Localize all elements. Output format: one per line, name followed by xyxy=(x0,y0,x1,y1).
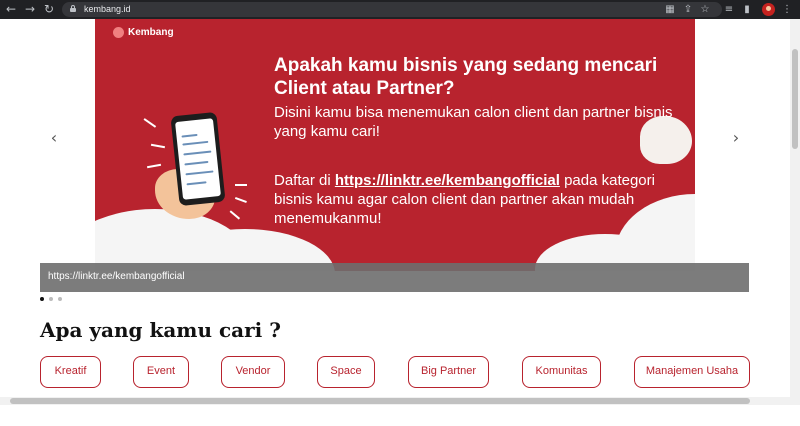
carousel-prev-button[interactable]: ‹ xyxy=(47,128,61,148)
category-button[interactable]: Komunitas xyxy=(522,356,601,388)
sidepanel-icon[interactable]: ▮ xyxy=(740,2,754,17)
decor-ray xyxy=(229,210,241,220)
decor-ray xyxy=(143,118,157,128)
linktree-link[interactable]: https://linktr.ee/kembangofficial xyxy=(335,172,560,189)
page-bottom xyxy=(0,405,800,426)
category-button[interactable]: Big Partner xyxy=(408,356,489,388)
url-text[interactable]: kembang.id xyxy=(84,3,131,16)
scrollbar-thumb[interactable] xyxy=(792,49,798,149)
decor-ray xyxy=(146,163,162,168)
back-icon[interactable]: ← xyxy=(4,1,18,17)
share-icon[interactable]: ⇪ xyxy=(681,2,695,17)
category-button[interactable]: Vendor xyxy=(221,356,285,388)
star-icon[interactable]: ☆ xyxy=(698,2,712,17)
browser-toolbar: ← → ↻ kembang.id ▦ ⇪ ☆ ≡ ▮ ⋮ xyxy=(0,0,800,19)
carousel-dot[interactable] xyxy=(49,297,53,301)
carousel-dots xyxy=(40,297,62,303)
logo-text: Kembang xyxy=(128,26,174,38)
media-icon[interactable]: ≡ xyxy=(722,2,736,17)
slide-caption-text: https://linktr.ee/kembangofficial xyxy=(48,271,185,282)
carousel-next-button[interactable]: › xyxy=(729,128,743,148)
translate-icon[interactable]: ▦ xyxy=(663,2,677,17)
carousel-dot[interactable] xyxy=(40,297,44,301)
menu-icon[interactable]: ⋮ xyxy=(780,2,794,17)
scrollbar-thumb[interactable] xyxy=(10,398,750,404)
cta-prefix: Daftar di xyxy=(274,172,335,189)
slide-paragraph: Disini kamu bisa menemukan calon client … xyxy=(274,104,673,140)
brand-logo: Kembang xyxy=(113,25,174,39)
address-bar[interactable]: kembang.id xyxy=(62,2,722,17)
category-button[interactable]: Manajemen Usaha xyxy=(634,356,750,388)
carousel-slide[interactable]: Kembang Apakah kamu bisnis yang sedang m… xyxy=(95,19,695,271)
horizontal-scrollbar[interactable] xyxy=(0,397,800,405)
category-button[interactable]: Event xyxy=(133,356,189,388)
slide-caption: https://linktr.ee/kembangofficial xyxy=(40,263,749,292)
profile-avatar[interactable] xyxy=(762,3,775,16)
decor-ray xyxy=(235,196,247,203)
slide-paragraph-cta: Daftar di https://linktr.ee/kembangoffic… xyxy=(274,171,694,228)
decor-ray xyxy=(235,184,247,186)
phone-illustration xyxy=(170,111,226,207)
category-button[interactable]: Kreatif xyxy=(40,356,101,388)
reload-icon[interactable]: ↻ xyxy=(42,1,56,17)
logo-mark-icon xyxy=(113,26,124,38)
section-title: Apa yang kamu cari ? xyxy=(40,318,281,342)
vertical-scrollbar[interactable] xyxy=(790,19,800,397)
lock-icon[interactable] xyxy=(70,5,76,12)
carousel-dot[interactable] xyxy=(58,297,62,301)
decor-ray xyxy=(150,143,166,148)
slide-headline: Apakah kamu bisnis yang sedang mencari C… xyxy=(274,55,658,99)
forward-icon[interactable]: → xyxy=(23,1,37,17)
category-button[interactable]: Space xyxy=(317,356,375,388)
